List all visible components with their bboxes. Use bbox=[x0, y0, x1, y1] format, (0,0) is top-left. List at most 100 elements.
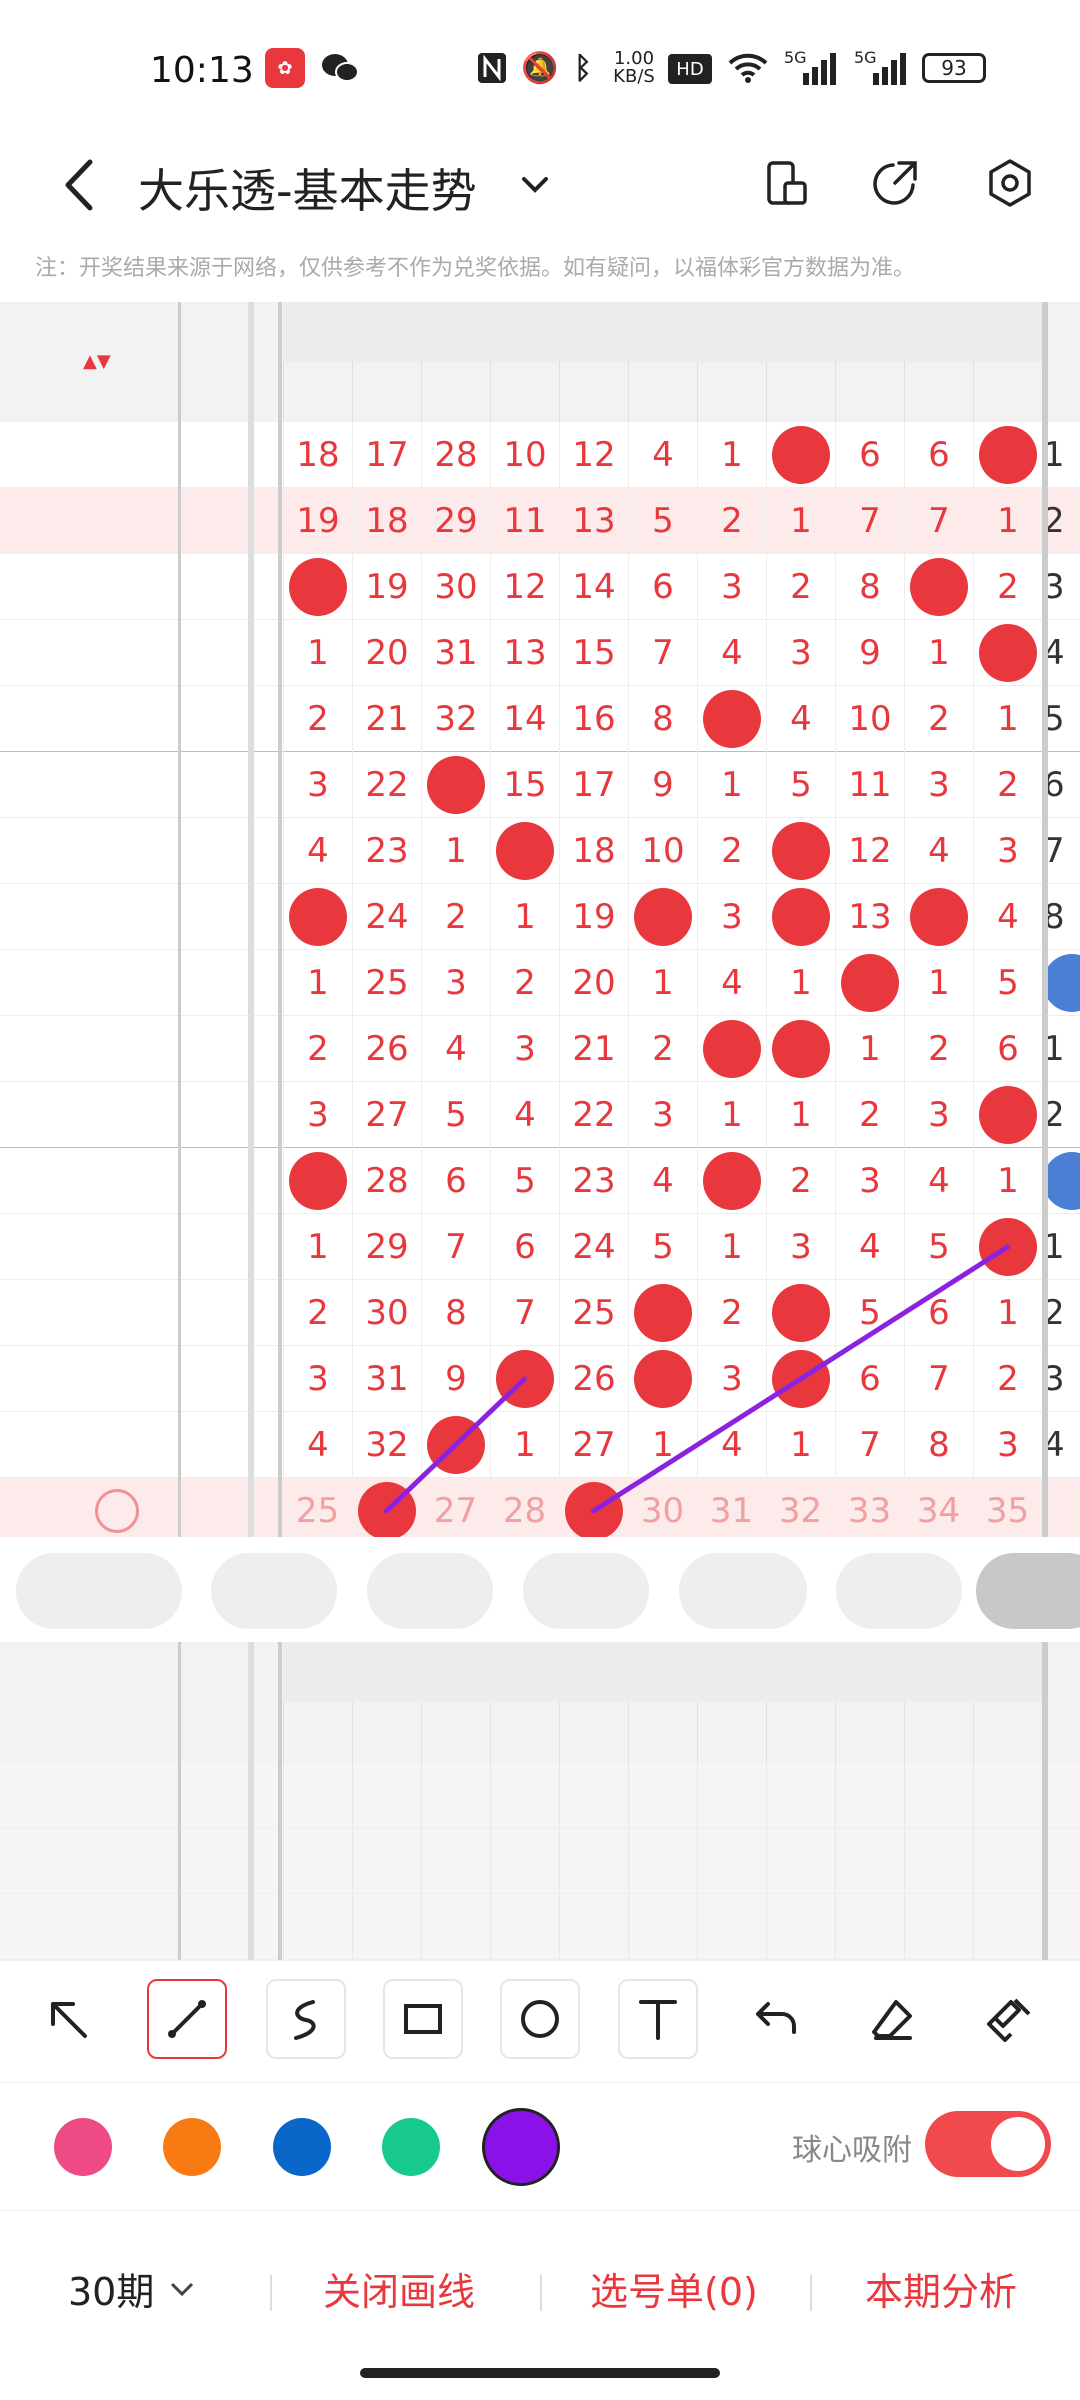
omission-cell[interactable]: 24 bbox=[559, 1214, 628, 1280]
omission-cell[interactable]: 3 bbox=[697, 884, 766, 950]
omission-cell[interactable]: 1 bbox=[973, 488, 1042, 554]
drawn-ball[interactable] bbox=[490, 818, 559, 884]
omission-cell[interactable]: 6 bbox=[904, 422, 973, 488]
drawn-ball[interactable] bbox=[697, 1148, 766, 1214]
omission-cell[interactable]: 10 bbox=[490, 422, 559, 488]
omission-cell[interactable]: 20 bbox=[352, 620, 421, 686]
drawn-ball[interactable] bbox=[904, 554, 973, 620]
omission-cell[interactable]: 9 bbox=[628, 752, 697, 818]
omission-cell[interactable]: 4 bbox=[697, 620, 766, 686]
omission-cell[interactable]: 5 bbox=[628, 1214, 697, 1280]
omission-cell[interactable]: 2 bbox=[697, 488, 766, 554]
omission-cell[interactable]: 7 bbox=[421, 1214, 490, 1280]
omission-cell[interactable]: 2 bbox=[835, 1082, 904, 1148]
drawn-ball[interactable] bbox=[628, 884, 697, 950]
drawn-ball[interactable] bbox=[973, 422, 1042, 488]
omission-cell[interactable]: 5 bbox=[904, 1214, 973, 1280]
line-tool[interactable] bbox=[147, 1979, 227, 2059]
omission-cell[interactable]: 19 bbox=[352, 554, 421, 620]
omission-cell[interactable]: 7 bbox=[904, 1346, 973, 1412]
omission-cell[interactable]: 1 bbox=[766, 488, 835, 554]
drawn-ball[interactable] bbox=[766, 1280, 835, 1346]
omission-cell[interactable]: 1 bbox=[490, 884, 559, 950]
omission-cell[interactable]: 4 bbox=[628, 1148, 697, 1214]
omission-cell[interactable]: 11 bbox=[835, 752, 904, 818]
drawn-ball[interactable] bbox=[766, 422, 835, 488]
omission-cell[interactable]: 6 bbox=[490, 1214, 559, 1280]
omission-cell[interactable]: 32 bbox=[352, 1412, 421, 1478]
omission-cell[interactable]: 14 bbox=[559, 554, 628, 620]
omission-cell[interactable]: 19 bbox=[283, 488, 352, 554]
omission-cell[interactable]: 4 bbox=[766, 686, 835, 752]
omission-cell[interactable]: 2 bbox=[973, 1346, 1042, 1412]
omission-cell[interactable]: 3 bbox=[904, 752, 973, 818]
drawn-ball[interactable] bbox=[697, 1016, 766, 1082]
select-number[interactable]: 31 bbox=[697, 1478, 766, 1537]
omission-cell[interactable]: 28 bbox=[352, 1148, 421, 1214]
action-button[interactable] bbox=[836, 1553, 962, 1629]
omission-cell[interactable]: 26 bbox=[352, 1016, 421, 1082]
omission-cell[interactable]: 1 bbox=[490, 1412, 559, 1478]
period-selector[interactable]: 30期 bbox=[68, 2261, 202, 2316]
omission-cell[interactable]: 4 bbox=[421, 1016, 490, 1082]
circle-tool[interactable] bbox=[500, 1979, 580, 2059]
omission-cell[interactable]: 2 bbox=[283, 686, 352, 752]
color-swatch[interactable] bbox=[482, 2108, 560, 2186]
drawn-ball[interactable] bbox=[835, 950, 904, 1016]
omission-cell[interactable]: 1 bbox=[283, 620, 352, 686]
omission-cell[interactable]: 7 bbox=[835, 1412, 904, 1478]
omission-cell[interactable]: 1 bbox=[697, 422, 766, 488]
selected-ball[interactable] bbox=[352, 1478, 421, 1537]
drawn-ball[interactable] bbox=[973, 1214, 1042, 1280]
omission-cell[interactable]: 1 bbox=[628, 950, 697, 1016]
omission-cell[interactable]: 3 bbox=[766, 1214, 835, 1280]
drawn-ball[interactable] bbox=[283, 554, 352, 620]
drawn-ball[interactable] bbox=[421, 1412, 490, 1478]
omission-cell[interactable]: 3 bbox=[628, 1082, 697, 1148]
undo-tool[interactable] bbox=[737, 1979, 817, 2059]
omission-cell[interactable]: 10 bbox=[835, 686, 904, 752]
omission-cell[interactable]: 6 bbox=[628, 554, 697, 620]
omission-cell[interactable]: 1 bbox=[766, 1082, 835, 1148]
omission-cell[interactable]: 30 bbox=[352, 1280, 421, 1346]
omission-cell[interactable]: 15 bbox=[559, 620, 628, 686]
drawn-ball[interactable] bbox=[766, 1016, 835, 1082]
omission-cell[interactable]: 4 bbox=[973, 884, 1042, 950]
omission-cell[interactable]: 1 bbox=[973, 1148, 1042, 1214]
rotate-screen-button[interactable] bbox=[750, 148, 820, 218]
page-title[interactable]: 大乐透-基本走势 bbox=[138, 155, 477, 221]
drawn-ball[interactable] bbox=[766, 1346, 835, 1412]
omission-cell[interactable]: 22 bbox=[559, 1082, 628, 1148]
text-tool[interactable] bbox=[618, 1979, 698, 2059]
omission-cell[interactable]: 6 bbox=[904, 1280, 973, 1346]
omission-cell[interactable]: 1 bbox=[697, 752, 766, 818]
back-button[interactable] bbox=[50, 150, 110, 220]
trend-grid[interactable]: ▲▼ 18 17 28 10 12 4 1 6 6 1 19 18 29 11 13 5 2 1 7 7 1 2 19 30 12… bbox=[0, 302, 1080, 1537]
clear-tool[interactable] bbox=[970, 1979, 1050, 2059]
color-swatch[interactable] bbox=[163, 2118, 221, 2176]
omission-cell[interactable]: 24 bbox=[352, 884, 421, 950]
omission-cell[interactable]: 21 bbox=[559, 1016, 628, 1082]
omission-cell[interactable]: 4 bbox=[697, 1412, 766, 1478]
omission-cell[interactable]: 8 bbox=[835, 554, 904, 620]
omission-cell[interactable]: 2 bbox=[628, 1016, 697, 1082]
settings-button[interactable] bbox=[975, 148, 1045, 218]
omission-cell[interactable]: 2 bbox=[490, 950, 559, 1016]
drawn-ball[interactable] bbox=[490, 1346, 559, 1412]
omission-cell[interactable]: 22 bbox=[352, 752, 421, 818]
omission-cell[interactable]: 7 bbox=[628, 620, 697, 686]
omission-cell[interactable]: 11 bbox=[490, 488, 559, 554]
omission-cell[interactable]: 4 bbox=[904, 818, 973, 884]
omission-cell[interactable]: 4 bbox=[283, 1412, 352, 1478]
omission-cell[interactable]: 2 bbox=[697, 818, 766, 884]
omission-cell[interactable]: 1 bbox=[628, 1412, 697, 1478]
omission-cell[interactable]: 18 bbox=[352, 488, 421, 554]
drawn-ball[interactable] bbox=[973, 1082, 1042, 1148]
select-number[interactable]: 34 bbox=[904, 1478, 973, 1537]
action-button[interactable] bbox=[976, 1553, 1080, 1629]
omission-cell[interactable]: 3 bbox=[835, 1148, 904, 1214]
home-indicator[interactable] bbox=[360, 2368, 720, 2378]
omission-cell[interactable]: 5 bbox=[628, 488, 697, 554]
omission-cell[interactable]: 5 bbox=[766, 752, 835, 818]
omission-cell[interactable]: 1 bbox=[904, 620, 973, 686]
